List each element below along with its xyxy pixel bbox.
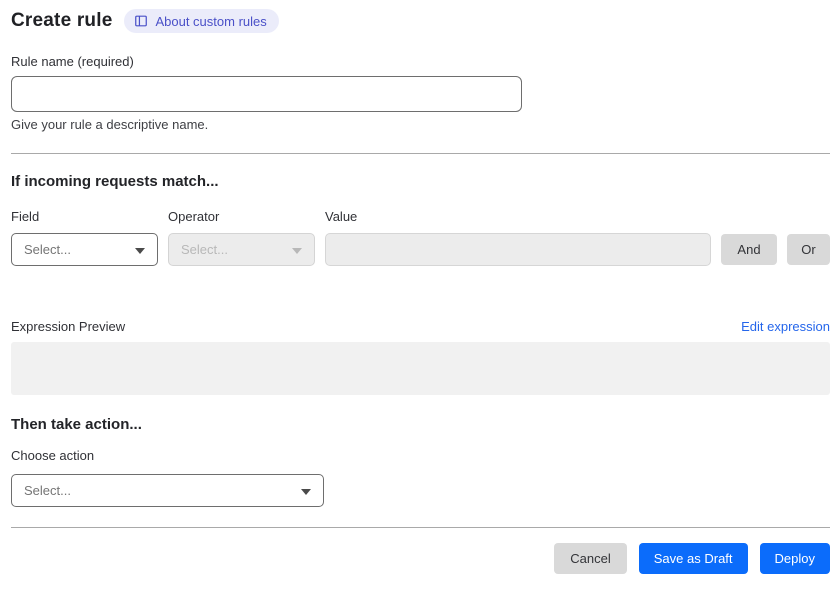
action-select-value: Select... bbox=[24, 483, 71, 498]
chevron-down-icon bbox=[301, 483, 311, 498]
book-icon bbox=[134, 14, 148, 28]
footer-divider bbox=[11, 527, 830, 528]
operator-select[interactable]: Select... bbox=[168, 233, 315, 266]
match-labels-row: Field Operator Value bbox=[11, 209, 830, 225]
value-input[interactable] bbox=[325, 233, 711, 266]
field-label: Field bbox=[11, 209, 40, 224]
rule-name-section: Rule name (required) Give your rule a de… bbox=[11, 53, 830, 133]
field-select-value: Select... bbox=[24, 242, 71, 257]
page-header: Create rule About custom rules bbox=[11, 8, 830, 34]
field-select[interactable]: Select... bbox=[11, 233, 158, 266]
create-rule-page: Create rule About custom rules Rule name… bbox=[0, 0, 839, 588]
operator-label: Operator bbox=[168, 209, 220, 224]
operator-select-value: Select... bbox=[181, 242, 228, 257]
expression-preview-label: Expression Preview bbox=[11, 319, 126, 334]
footer-actions: Cancel Save as Draft Deploy bbox=[11, 543, 830, 574]
rule-name-input[interactable] bbox=[11, 76, 522, 112]
page-title: Create rule bbox=[11, 10, 113, 31]
save-as-draft-button[interactable]: Save as Draft bbox=[638, 543, 748, 574]
rule-name-label: Rule name (required) bbox=[11, 54, 134, 69]
match-controls-row: Select... Select... And Or bbox=[11, 233, 830, 266]
section-divider bbox=[11, 153, 830, 154]
chevron-down-icon bbox=[135, 242, 145, 257]
chevron-down-icon bbox=[292, 242, 302, 257]
choose-action-label: Choose action bbox=[11, 448, 95, 463]
badge-label: About custom rules bbox=[155, 13, 267, 29]
cancel-button[interactable]: Cancel bbox=[554, 543, 627, 574]
edit-expression-link[interactable]: Edit expression bbox=[741, 319, 830, 334]
expression-header: Expression Preview Edit expression bbox=[11, 319, 830, 335]
expression-preview-box bbox=[11, 342, 830, 395]
action-select[interactable]: Select... bbox=[11, 474, 324, 507]
rule-name-helper: Give your rule a descriptive name. bbox=[11, 117, 209, 132]
action-section-heading: Then take action... bbox=[11, 416, 142, 433]
or-button[interactable]: Or bbox=[787, 234, 830, 265]
and-button[interactable]: And bbox=[721, 234, 777, 265]
value-label: Value bbox=[325, 209, 358, 224]
match-section-heading: If incoming requests match... bbox=[11, 173, 219, 190]
about-custom-rules-badge[interactable]: About custom rules bbox=[124, 9, 279, 33]
deploy-button[interactable]: Deploy bbox=[759, 543, 830, 574]
